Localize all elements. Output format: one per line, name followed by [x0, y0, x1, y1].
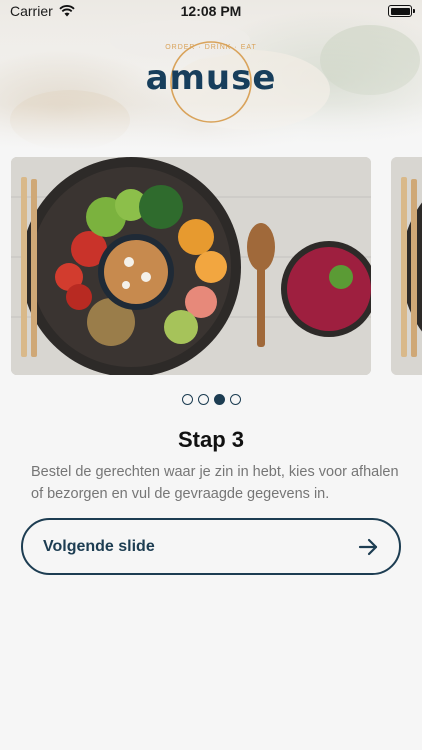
- logo-tagline: ORDER · DRINK · EAT: [165, 44, 257, 51]
- status-bar: Carrier 12:08 PM: [0, 0, 422, 22]
- battery-icon: [388, 5, 415, 17]
- carousel-pagination: [0, 394, 422, 405]
- pagination-dot[interactable]: [181, 394, 193, 405]
- step-description: Bestel de gerechten waar je zin in hebt,…: [31, 464, 399, 502]
- app-logo: ORDER · DRINK · EAT amuse: [140, 36, 282, 128]
- arrow-right-icon: [358, 538, 378, 555]
- carousel-slide-next[interactable]: [391, 157, 422, 375]
- step-title: Stap 3: [177, 427, 245, 452]
- food-bowl-image: [11, 157, 371, 375]
- next-slide-label: Volgende slide: [43, 537, 155, 555]
- pagination-dot-active[interactable]: [213, 394, 225, 405]
- pagination-dot[interactable]: [197, 394, 209, 405]
- food-bowl-image-next: [391, 157, 422, 375]
- pagination-dot[interactable]: [229, 394, 241, 405]
- logo-brand: amuse: [145, 58, 277, 98]
- image-carousel[interactable]: [0, 157, 422, 375]
- carrier-label: Carrier: [10, 3, 53, 19]
- carousel-slide-current[interactable]: [11, 157, 371, 375]
- next-slide-button[interactable]: Volgende slide: [21, 518, 401, 575]
- wifi-icon: [59, 5, 75, 17]
